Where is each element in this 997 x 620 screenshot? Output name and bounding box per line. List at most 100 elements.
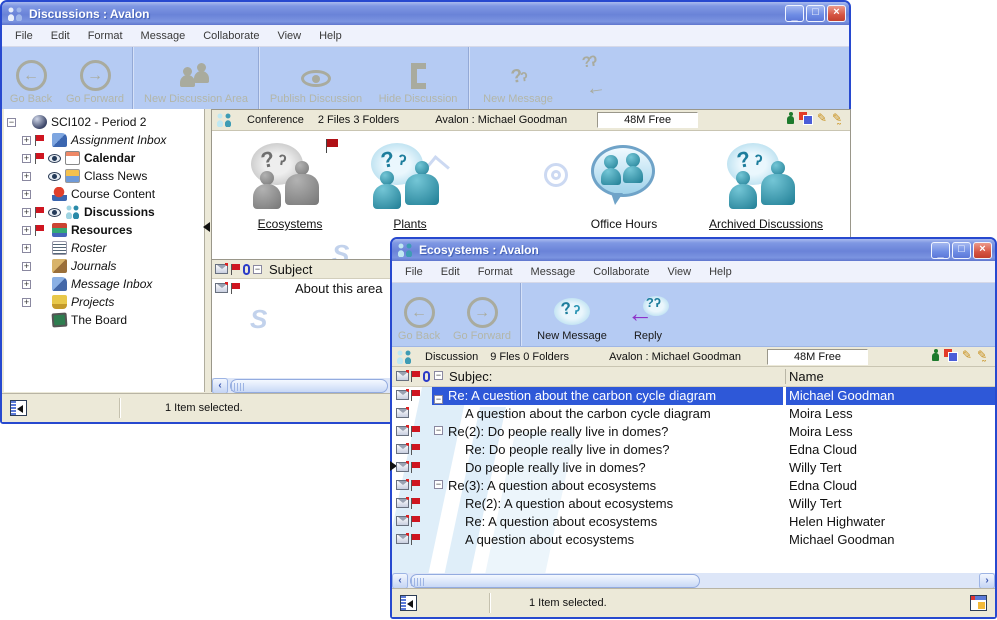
maximize-button[interactable]: □ [806,5,825,22]
message-subject[interactable]: Re: A question about ecosystems [465,514,657,529]
minimize-button[interactable]: _ [931,242,950,259]
title-bar[interactable]: Ecosystems : Avalon _ □ × [392,239,995,261]
horizontal-scrollbar[interactable]: ‹ › [392,573,995,589]
menu-item-help[interactable]: Help [700,266,741,278]
desk-icon-ecosystems[interactable]: ?ʔEcosystems [230,145,350,231]
table-row[interactable]: −Re(2): Do people really live in domes? M… [392,423,995,441]
menu-item-view[interactable]: View [268,30,310,42]
table-row[interactable]: Re: Do people really live in domes? Edna … [392,441,995,459]
message-author[interactable]: Michael Goodman [789,532,895,547]
message-author[interactable]: Moira Less [789,406,853,421]
menu-item-help[interactable]: Help [310,30,351,42]
new-message-button[interactable]: ?ʔ New Message [524,283,620,346]
go-forward-button[interactable]: → Go Forward [60,47,130,109]
table-row[interactable]: A question about the carbon cycle diagra… [392,405,995,423]
menu-item-view[interactable]: View [658,266,700,278]
collapse-all-box[interactable]: − [434,371,443,380]
tree-expand-box[interactable]: + [22,244,31,253]
table-row[interactable]: A question about ecosystemsMichael Goodm… [392,531,995,549]
desk-icon-label[interactable]: Archived Discussions [696,217,836,231]
tree-root-row[interactable]: −SCI102 - Period 2 [4,113,204,131]
thread-collapse-box[interactable]: − [434,480,443,489]
tree-expand-box[interactable]: + [22,172,31,181]
message-subject[interactable]: Re(3): A question about ecosystems [448,478,656,493]
column-divider[interactable] [785,369,786,384]
collapse-all-box[interactable]: − [253,265,262,274]
desk-icon-office-hours[interactable]: Office Hours [564,145,684,231]
message-subject[interactable]: A question about the carbon cycle diagra… [465,406,711,421]
subject-column-header[interactable]: Subjec: [449,369,492,384]
menu-item-edit[interactable]: Edit [42,30,79,42]
new-discussion-area-button[interactable]: New Discussion Area [136,47,256,109]
menu-item-format[interactable]: Format [469,266,522,278]
tree-expand-box[interactable]: + [22,154,31,163]
sidebar-item-course-content[interactable]: +Course Content [4,185,204,203]
message-author[interactable]: Willy Tert [789,496,841,511]
sidebar-item-class-news[interactable]: +Class News [4,167,204,185]
message-subject[interactable]: Re(2): A question about ecosystems [465,496,673,511]
menu-item-edit[interactable]: Edit [432,266,469,278]
scroll-thumb[interactable] [230,379,388,393]
scroll-left-arrow[interactable]: ‹ [212,378,228,394]
sidebar-item-calendar[interactable]: +Calendar [4,149,204,167]
table-row[interactable]: −Re(3): A question about ecosystems Edna … [392,477,995,495]
signature-pencil-icon[interactable]: ✎̰ [977,349,987,361]
online-user-icon[interactable] [787,112,794,124]
reply-button[interactable]: ?ʔ← [564,47,624,109]
tree-collapse-box[interactable]: − [7,118,16,127]
message-subject[interactable]: Re(2): Do people really live in domes? [448,424,668,439]
tree-expand-box[interactable]: + [22,262,31,271]
edit-pencil-icon[interactable]: ✎ [962,349,972,361]
tree-expand-box[interactable]: + [22,208,31,217]
sidebar-item-resources[interactable]: +Resources [4,221,204,239]
message-author[interactable]: Helen Highwater [789,514,885,529]
message-author[interactable]: Edna Cloud [789,478,857,493]
online-user-icon[interactable] [932,349,939,361]
title-bar[interactable]: Discussions : Avalon _ □ × [2,2,849,25]
sidebar-item-discussions[interactable]: +Discussions [4,203,204,221]
go-forward-button[interactable]: → Go Forward [446,283,518,346]
tree-expand-box[interactable]: + [22,136,31,145]
scroll-right-arrow[interactable]: › [979,573,995,589]
view-mode-icon[interactable] [944,349,957,361]
table-row[interactable]: −Re: A cuestion about the carbon cycle d… [392,387,995,405]
pane-toggle-icon[interactable] [10,400,27,416]
new-message-button[interactable]: ?ʔ New Message [472,47,564,109]
publish-discussion-button[interactable]: Publish Discussion [262,47,370,109]
message-subject[interactable]: Re: Do people really live in domes? [465,442,670,457]
desk-icon-label[interactable]: Office Hours [564,217,684,231]
message-subject[interactable]: Do people really live in domes? [465,460,646,475]
tree-expand-box[interactable]: + [22,280,31,289]
table-row[interactable]: Re(2): A question about ecosystems Willy … [392,495,995,513]
message-author[interactable]: Michael Goodman [789,388,895,403]
name-column-header[interactable]: Name [789,369,824,384]
menu-item-file[interactable]: File [396,266,432,278]
sidebar-item-journals[interactable]: +Journals [4,257,204,275]
about-row-subject[interactable]: About this area [295,281,382,296]
thread-collapse-box[interactable]: − [434,395,443,404]
message-author[interactable]: Moira Less [789,424,853,439]
splitter-collapse-arrow[interactable] [203,222,210,232]
tree-expand-box[interactable]: + [22,298,31,307]
sidebar-item-projects[interactable]: +Projects [4,293,204,311]
sidebar-item-the-board[interactable]: The Board [4,311,204,329]
table-row[interactable]: Do people really live in domes?Willy Ter… [392,459,995,477]
signature-pencil-icon[interactable]: ✎̰ [832,112,842,124]
menu-item-collaborate[interactable]: Collaborate [584,266,658,278]
sidebar-item-roster[interactable]: +Roster [4,239,204,257]
desk-icon-label[interactable]: Plants [350,217,470,231]
menu-item-collaborate[interactable]: Collaborate [194,30,268,42]
message-author[interactable]: Edna Cloud [789,442,857,457]
table-header[interactable]: − Subjec: Name [392,367,995,387]
sidebar-item-assignment-inbox[interactable]: +Assignment Inbox [4,131,204,149]
close-button[interactable]: × [973,242,992,259]
go-back-button[interactable]: ← Go Back [2,47,60,109]
tree-expand-box[interactable]: + [22,190,31,199]
minimize-button[interactable]: _ [785,5,804,22]
desk-icon-label[interactable]: Ecosystems [230,217,350,231]
go-back-button[interactable]: ← Go Back [392,283,446,346]
desk-icon-plants[interactable]: ?ʔPlants [350,145,470,231]
window-list-icon[interactable] [970,595,987,611]
thread-collapse-box[interactable]: − [434,426,443,435]
tree-expand-box[interactable]: + [22,226,31,235]
